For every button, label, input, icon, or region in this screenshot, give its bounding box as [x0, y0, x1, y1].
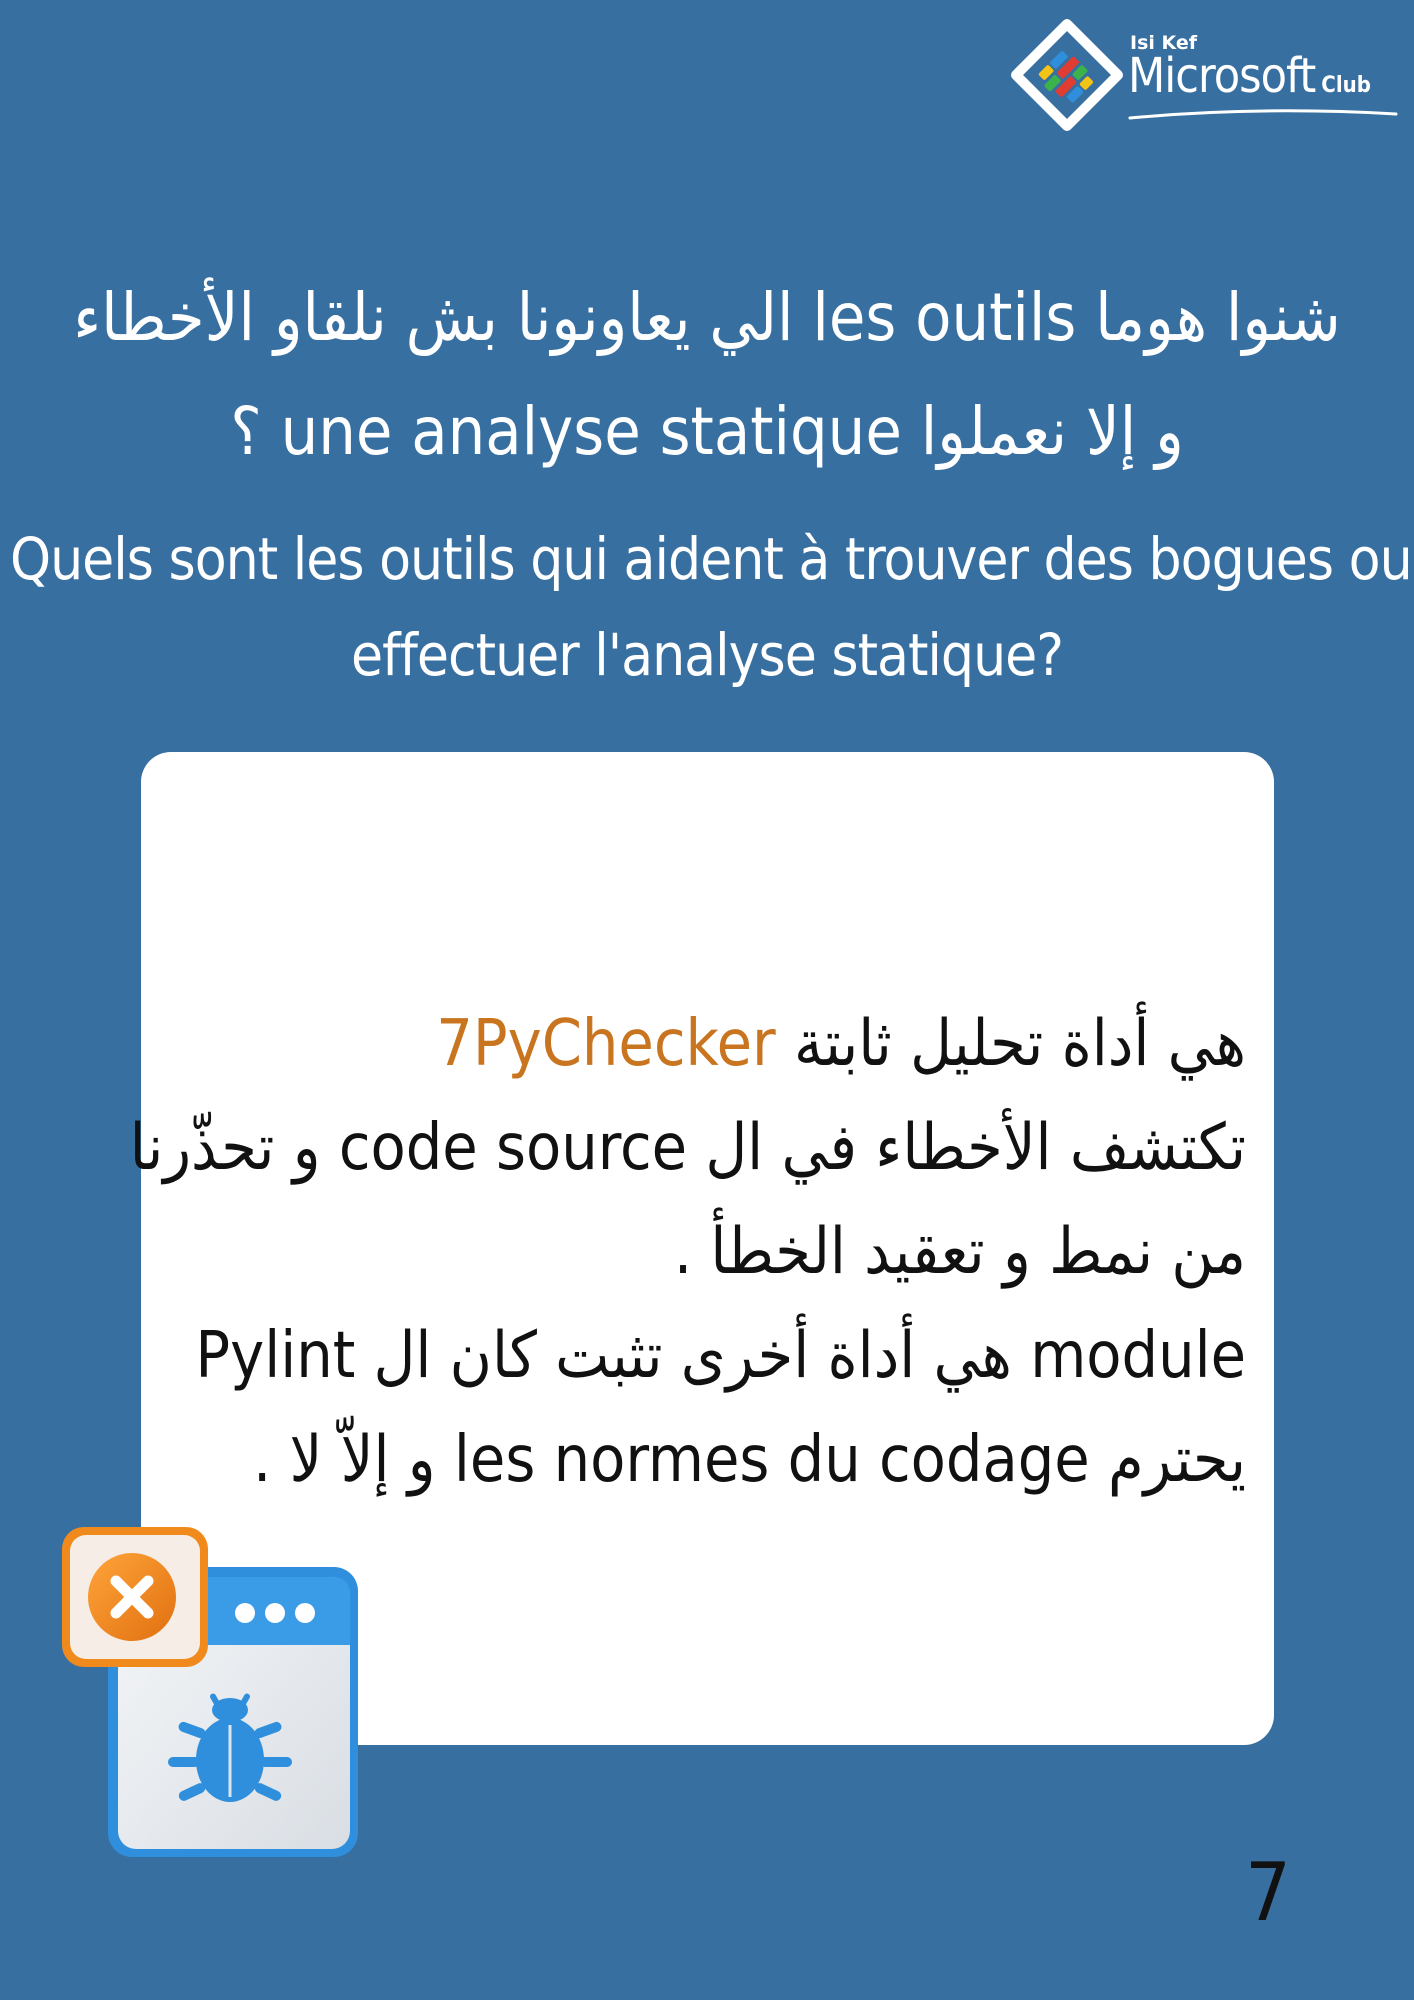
card-line-3: من نمط و تعقيد الخطأ . — [673, 1215, 1246, 1289]
club-logo: Isi Kef Microsoft Club — [1010, 18, 1398, 133]
heading-arabic-line-2: و إلا نعملوا une analyse statique ؟ — [230, 393, 1184, 470]
microsoft-club-diamond-logo-icon — [1011, 19, 1123, 131]
card-line-2: تكتشف الأخطاء في ال code source و تحذّرن… — [129, 1111, 1246, 1185]
heading-french-line-2: effectuer l'analyse statique? — [351, 621, 1064, 689]
card-line-5: يحترم les normes du codage و إلاّ لا . — [252, 1423, 1246, 1497]
heading-french-line-1: Quels sont les outils qui aident à trouv… — [10, 525, 1414, 593]
card-line-4: Pylint هي أداة أخرى تثبت كان ال module — [195, 1319, 1246, 1393]
card-line-1: 7PyChecker هي أداة تحليل ثابتة — [156, 992, 1246, 1096]
logo-club-text: Club — [1321, 73, 1371, 98]
card-body: 7PyChecker هي أداة تحليل ثابتة تكتشف الأ… — [129, 992, 1246, 1512]
heading-arabic-line-1: شنوا هوما les outils الي يعاونونا بش نلق… — [73, 279, 1341, 356]
bug-window-error-icon — [62, 1527, 358, 1857]
tool-name-highlight: 7PyChecker — [436, 1007, 776, 1081]
page: Isi Kef Microsoft Club شنوا هوما les outi… — [0, 0, 1414, 2000]
card-line-1-rest: هي أداة تحليل ثابتة — [775, 1007, 1246, 1081]
page-number: 7 — [1245, 1846, 1291, 1939]
logo-swoosh-icon — [1128, 109, 1398, 120]
